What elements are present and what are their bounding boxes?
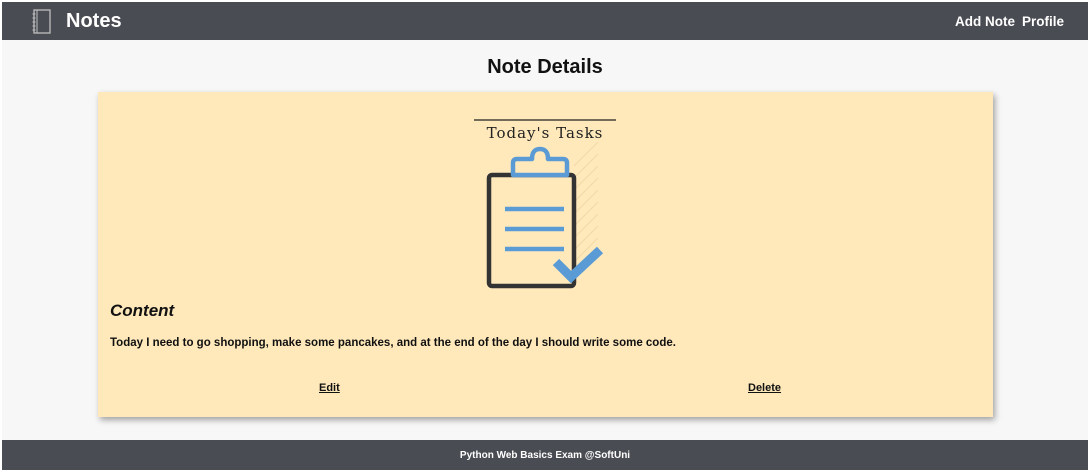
top-nav: Add Note Profile <box>955 14 1064 29</box>
brand[interactable]: Notes <box>31 8 122 34</box>
note-card: Today's Tasks Content Today I need to go… <box>98 92 993 417</box>
footer-text: Python Web Basics Exam @SoftUni <box>459 449 631 461</box>
app-frame: Notes Add Note Profile Note Details Toda… <box>2 2 1088 470</box>
image-caption: Today's Tasks <box>487 124 604 142</box>
page-title: Note Details <box>487 56 603 78</box>
nav-add-note-link[interactable]: Add Note <box>955 14 1015 29</box>
notebook-icon <box>31 8 53 34</box>
note-image: Today's Tasks <box>474 118 616 293</box>
content-heading: Content <box>110 301 175 320</box>
edit-link[interactable]: Edit <box>319 382 340 394</box>
brand-title: Notes <box>66 9 122 32</box>
note-illustration: Today's Tasks <box>474 119 616 289</box>
delete-link[interactable]: Delete <box>748 382 781 394</box>
clipboard-clip <box>510 146 570 178</box>
checkmark-icon <box>552 246 604 284</box>
nav-profile-link[interactable]: Profile <box>1022 14 1064 29</box>
note-content-text: Today I need to go shopping, make some p… <box>110 337 676 349</box>
footer: Python Web Basics Exam @SoftUni <box>2 440 1088 470</box>
top-navbar: Notes Add Note Profile <box>2 2 1088 40</box>
